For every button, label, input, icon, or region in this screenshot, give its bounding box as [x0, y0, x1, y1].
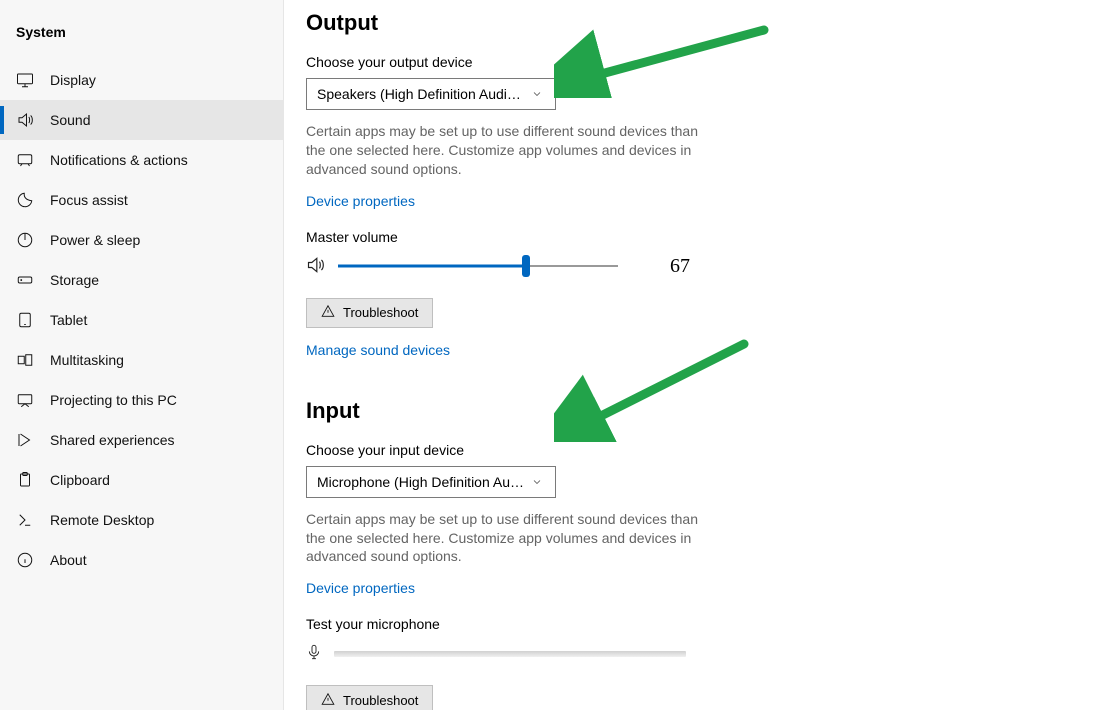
shared-icon	[16, 431, 34, 449]
master-volume-label: Master volume	[306, 229, 1078, 245]
tablet-icon	[16, 311, 34, 329]
sidebar-item-label: Remote Desktop	[50, 512, 154, 528]
sidebar-item-label: Power & sleep	[50, 232, 140, 248]
remote-icon	[16, 511, 34, 529]
output-device-combobox[interactable]: Speakers (High Definition Audio Dev...	[306, 78, 556, 110]
warning-icon	[321, 304, 335, 321]
chevron-down-icon	[531, 476, 545, 488]
input-device-combobox[interactable]: Microphone (High Definition Audio...	[306, 466, 556, 498]
sidebar-item-shared-experiences[interactable]: Shared experiences	[0, 420, 283, 460]
mic-level-bar	[334, 651, 686, 657]
input-heading: Input	[306, 398, 1078, 424]
sidebar-item-sound[interactable]: Sound	[0, 100, 283, 140]
clipboard-icon	[16, 471, 34, 489]
sidebar-item-label: Multitasking	[50, 352, 124, 368]
sidebar-item-label: Clipboard	[50, 472, 110, 488]
sidebar-item-label: Display	[50, 72, 96, 88]
output-manage-devices-link[interactable]: Manage sound devices	[306, 342, 450, 358]
power-icon	[16, 231, 34, 249]
sound-icon	[16, 111, 34, 129]
output-troubleshoot-label: Troubleshoot	[343, 305, 418, 320]
project-icon	[16, 391, 34, 409]
master-volume-row: 67	[306, 255, 1078, 278]
sidebar-item-multitasking[interactable]: Multitasking	[0, 340, 283, 380]
output-help-text: Certain apps may be set up to use differ…	[306, 122, 701, 179]
sidebar-item-projecting[interactable]: Projecting to this PC	[0, 380, 283, 420]
sidebar-item-notifications[interactable]: Notifications & actions	[0, 140, 283, 180]
test-mic-label: Test your microphone	[306, 616, 1078, 632]
master-volume-value: 67	[670, 255, 690, 278]
volume-icon	[306, 255, 326, 278]
input-device-value: Microphone (High Definition Audio...	[317, 474, 531, 490]
master-volume-slider[interactable]	[338, 256, 618, 276]
notifications-icon	[16, 151, 34, 169]
sidebar-item-label: Sound	[50, 112, 90, 128]
sidebar-item-label: About	[50, 552, 87, 568]
output-device-properties-link[interactable]: Device properties	[306, 193, 415, 209]
sidebar-item-clipboard[interactable]: Clipboard	[0, 460, 283, 500]
input-troubleshoot-label: Troubleshoot	[343, 693, 418, 708]
sidebar-nav: Display Sound Notifications & actions Fo…	[0, 60, 283, 580]
sidebar: System Display Sound Notifications & act…	[0, 0, 284, 710]
microphone-icon	[306, 642, 322, 665]
input-help-text: Certain apps may be set up to use differ…	[306, 510, 701, 567]
storage-icon	[16, 271, 34, 289]
sidebar-item-tablet[interactable]: Tablet	[0, 300, 283, 340]
sidebar-item-label: Focus assist	[50, 192, 128, 208]
sidebar-item-label: Shared experiences	[50, 432, 175, 448]
output-device-value: Speakers (High Definition Audio Dev...	[317, 86, 531, 102]
display-icon	[16, 71, 34, 89]
input-troubleshoot-button[interactable]: Troubleshoot	[306, 685, 433, 710]
chevron-down-icon	[531, 88, 545, 100]
output-device-label: Choose your output device	[306, 54, 1078, 70]
input-device-label: Choose your input device	[306, 442, 1078, 458]
output-troubleshoot-button[interactable]: Troubleshoot	[306, 298, 433, 328]
sidebar-item-display[interactable]: Display	[0, 60, 283, 100]
main-content: Output Choose your output device Speaker…	[284, 0, 1100, 710]
input-device-properties-link[interactable]: Device properties	[306, 580, 415, 596]
warning-icon	[321, 692, 335, 709]
sidebar-item-label: Tablet	[50, 312, 87, 328]
sidebar-item-power-sleep[interactable]: Power & sleep	[0, 220, 283, 260]
sidebar-item-remote-desktop[interactable]: Remote Desktop	[0, 500, 283, 540]
sidebar-title: System	[0, 18, 283, 60]
about-icon	[16, 551, 34, 569]
sidebar-item-about[interactable]: About	[0, 540, 283, 580]
multitask-icon	[16, 351, 34, 369]
sidebar-item-label: Notifications & actions	[50, 152, 188, 168]
sidebar-item-label: Storage	[50, 272, 99, 288]
output-heading: Output	[306, 10, 1078, 36]
mic-test-row	[306, 642, 1078, 665]
sidebar-item-storage[interactable]: Storage	[0, 260, 283, 300]
sidebar-item-focus-assist[interactable]: Focus assist	[0, 180, 283, 220]
sidebar-item-label: Projecting to this PC	[50, 392, 177, 408]
moon-icon	[16, 191, 34, 209]
